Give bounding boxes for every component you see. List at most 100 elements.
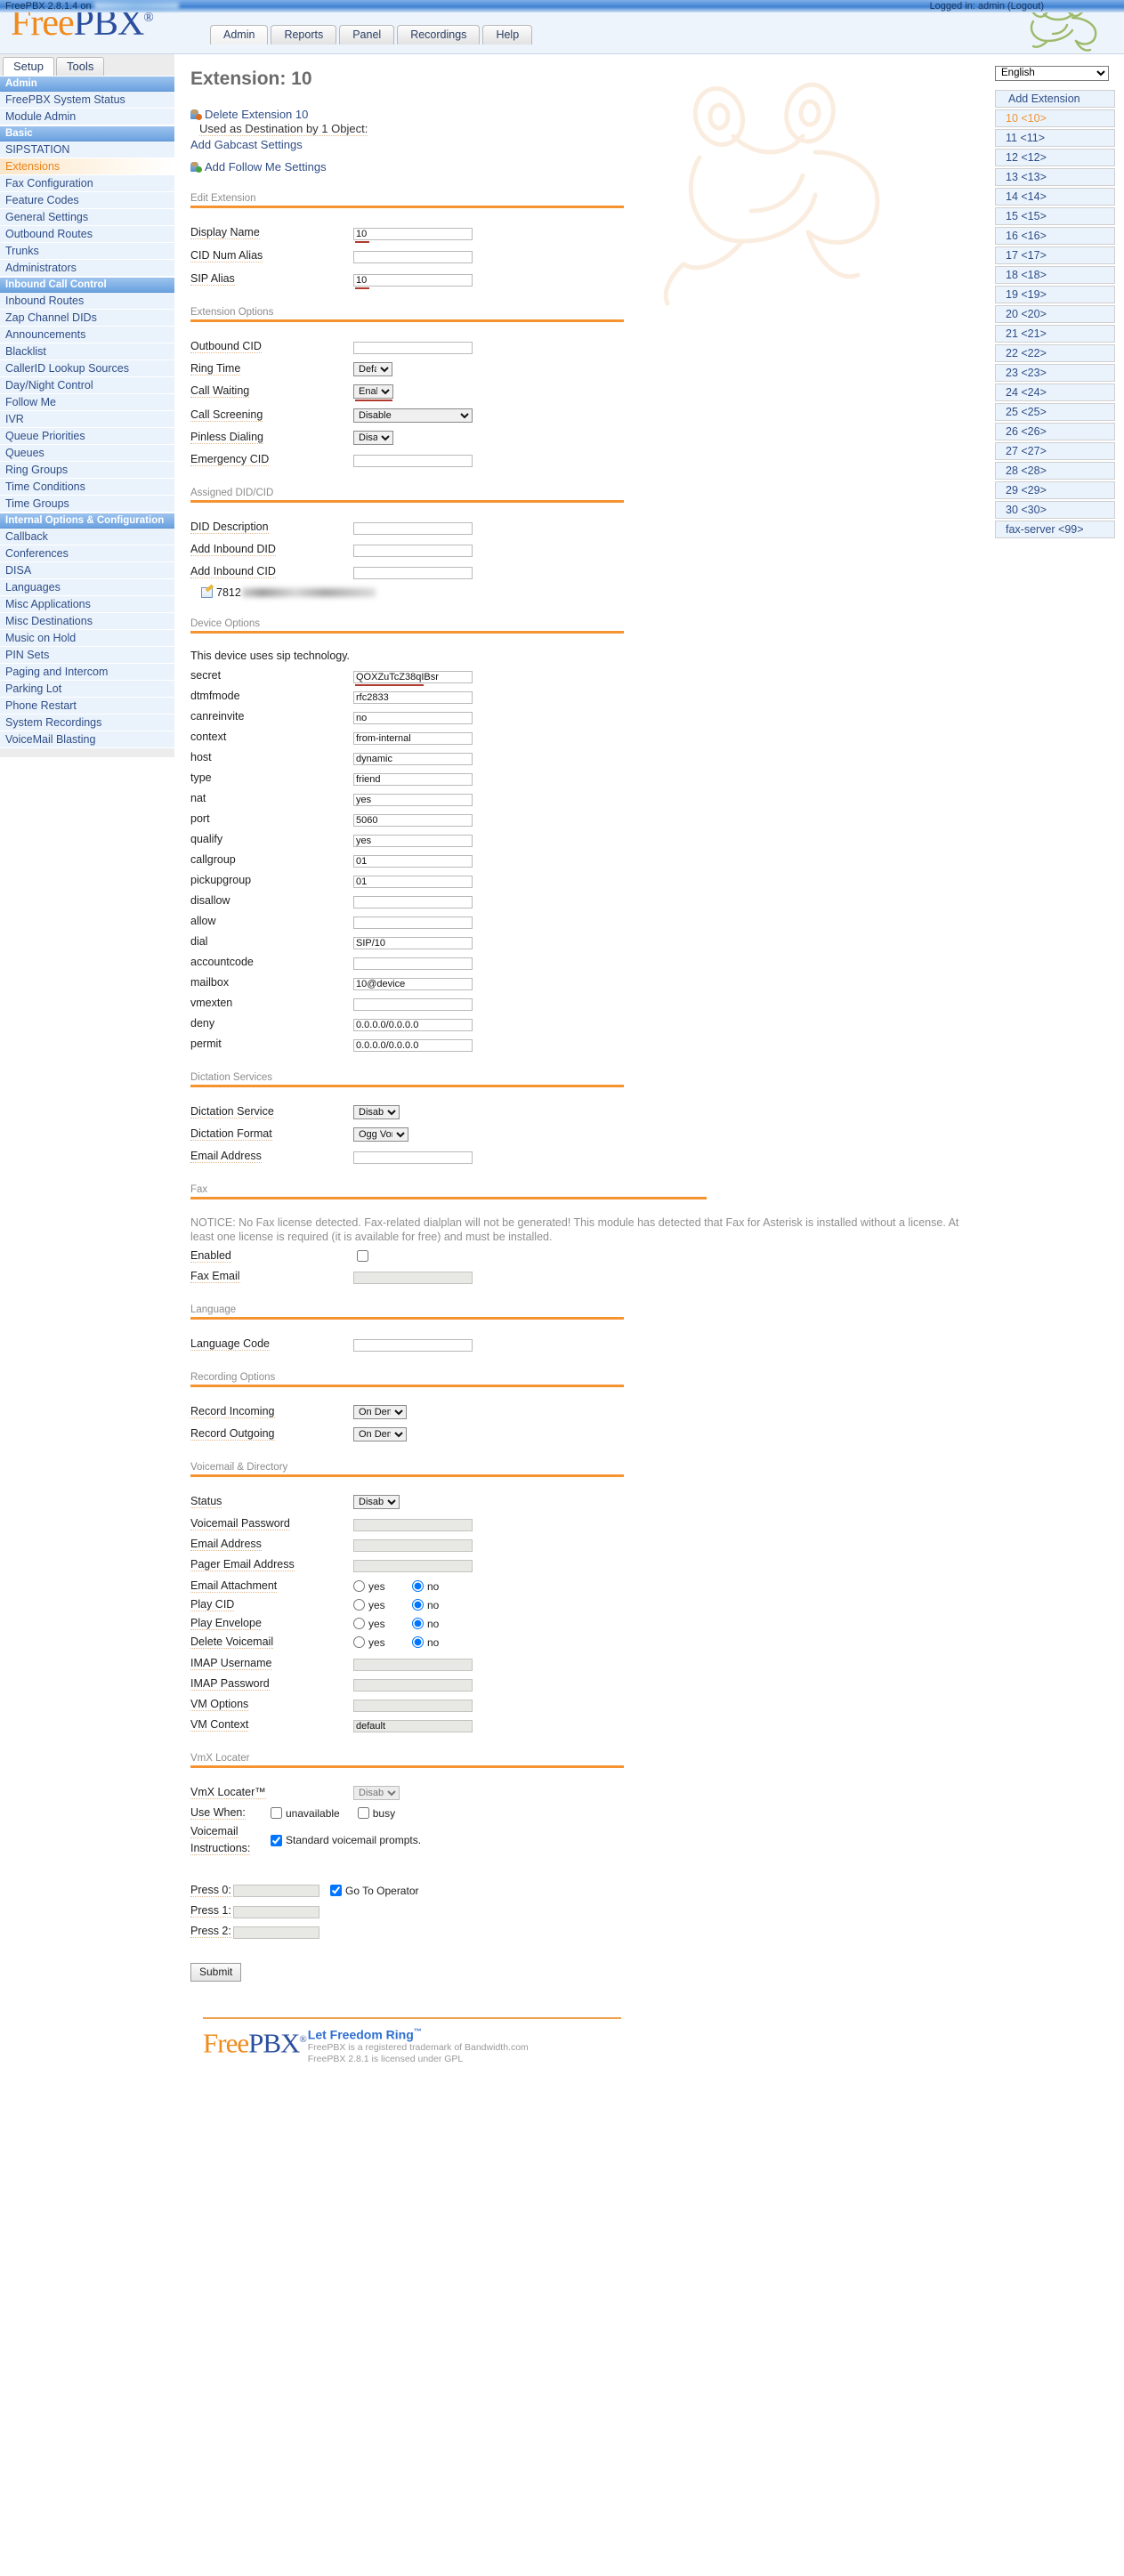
sidebar-item-pin-sets[interactable]: PIN Sets [0, 647, 174, 664]
extension-list-item[interactable]: 29 <29> [995, 480, 1115, 499]
busy-option[interactable]: busy [357, 1807, 395, 1820]
email-attachment-yes-radio[interactable] [353, 1580, 365, 1592]
sidebar-item-sipstation[interactable]: SIPSTATION [0, 141, 174, 158]
device-field-input-allow[interactable] [353, 916, 473, 929]
device-field-input-type[interactable] [353, 772, 473, 786]
sidebar-item-follow-me[interactable]: Follow Me [0, 394, 174, 411]
device-field-input-mailbox[interactable] [353, 977, 473, 990]
extension-list-item[interactable]: 19 <19> [995, 285, 1115, 303]
unavailable-checkbox[interactable] [271, 1807, 282, 1819]
imap-password-input[interactable] [353, 1678, 473, 1692]
vm-pager-email-input[interactable] [353, 1559, 473, 1572]
sidebar-item-fax-configuration[interactable]: Fax Configuration [0, 175, 174, 192]
sidebar-item-misc-applications[interactable]: Misc Applications [0, 596, 174, 613]
play-cid-no-option[interactable]: no [412, 1599, 471, 1611]
extension-list-item[interactable]: 13 <13> [995, 167, 1115, 186]
sidebar-item-day-night-control[interactable]: Day/Night Control [0, 377, 174, 394]
ring-time-select[interactable]: Default [353, 362, 392, 376]
sidebar-item-extensions[interactable]: Extensions [0, 158, 174, 175]
did-description-input[interactable] [353, 521, 473, 535]
device-field-input-qualify[interactable] [353, 834, 473, 847]
extension-list-item[interactable]: 12 <12> [995, 148, 1115, 166]
sidebar-item-music-on-hold[interactable]: Music on Hold [0, 630, 174, 647]
sidebar-item-trunks[interactable]: Trunks [0, 243, 174, 260]
device-field-input-deny[interactable] [353, 1018, 473, 1031]
extension-list-item[interactable]: 27 <27> [995, 441, 1115, 460]
delete-voicemail-yes-option[interactable]: yes [353, 1636, 412, 1649]
device-field-input-accountcode[interactable] [353, 957, 473, 970]
device-field-input-host[interactable] [353, 752, 473, 765]
sidebar-item-blacklist[interactable]: Blacklist [0, 343, 174, 360]
sidebar-item-disa[interactable]: DISA [0, 562, 174, 579]
language-code-input[interactable] [353, 1338, 473, 1352]
outbound-cid-input[interactable] [353, 341, 473, 354]
call-waiting-select[interactable]: Enable [353, 384, 393, 399]
play-cid-yes-option[interactable]: yes [353, 1599, 412, 1611]
standard-prompts-option[interactable]: Standard voicemail prompts. [271, 1834, 421, 1846]
busy-checkbox[interactable] [357, 1807, 369, 1819]
sidebar-item-ivr[interactable]: IVR [0, 411, 174, 428]
extension-list-item[interactable]: 25 <25> [995, 402, 1115, 421]
add-inbound-did-input[interactable] [353, 544, 473, 557]
sidebar-item-system-recordings[interactable]: System Recordings [0, 715, 174, 731]
login-status[interactable]: Logged in: admin (Logout) [930, 0, 1044, 12]
display-name-input[interactable] [353, 227, 473, 240]
extension-list-item[interactable]: fax-server <99> [995, 520, 1115, 538]
sidebar-item-general-settings[interactable]: General Settings [0, 209, 174, 226]
imap-username-input[interactable] [353, 1658, 473, 1671]
existing-did-row[interactable]: 7812 [189, 585, 995, 599]
press1-input[interactable] [233, 1905, 319, 1918]
emergency-cid-input[interactable] [353, 454, 473, 467]
sidebar-item-phone-restart[interactable]: Phone Restart [0, 698, 174, 715]
vm-status-select[interactable]: Disabled [353, 1495, 400, 1509]
device-field-input-context[interactable] [353, 731, 473, 745]
nav-tab-help[interactable]: Help [482, 25, 533, 44]
add-follow-me-settings-link[interactable]: Add Follow Me Settings [205, 160, 327, 174]
sidebar-item-zap-channel-dids[interactable]: Zap Channel DIDs [0, 310, 174, 327]
sidebar-item-queues[interactable]: Queues [0, 445, 174, 462]
play-envelope-no-radio[interactable] [412, 1618, 424, 1629]
vm-context-input[interactable] [353, 1719, 473, 1732]
go-to-operator-option[interactable]: Go To Operator [330, 1885, 419, 1897]
unavailable-option[interactable]: unavailable [271, 1807, 340, 1820]
sidebar-item-ring-groups[interactable]: Ring Groups [0, 462, 174, 479]
extension-list-item[interactable]: 20 <20> [995, 304, 1115, 323]
submit-button[interactable]: Submit [190, 1963, 242, 1982]
record-incoming-select[interactable]: On Demand [353, 1405, 407, 1419]
sidebar-item-administrators[interactable]: Administrators [0, 260, 174, 277]
sidebar-item-announcements[interactable]: Announcements [0, 327, 174, 343]
call-screening-select[interactable]: Disable [353, 408, 473, 423]
cid-num-alias-input[interactable] [353, 250, 473, 263]
extension-list-item[interactable]: 26 <26> [995, 422, 1115, 440]
press2-input[interactable] [233, 1926, 319, 1939]
nav-tab-admin[interactable]: Admin [210, 25, 269, 44]
extension-list-item[interactable]: 18 <18> [995, 265, 1115, 284]
delete-voicemail-no-radio[interactable] [412, 1636, 424, 1648]
sip-alias-input[interactable] [353, 273, 473, 287]
sidebar-item-feature-codes[interactable]: Feature Codes [0, 192, 174, 209]
standard-prompts-checkbox[interactable] [271, 1834, 282, 1846]
device-field-input-disallow[interactable] [353, 895, 473, 908]
extension-list-item[interactable]: 11 <11> [995, 128, 1115, 147]
device-field-input-secret[interactable] [353, 670, 473, 683]
vm-options-input[interactable] [353, 1699, 473, 1712]
press0-input[interactable] [233, 1884, 319, 1897]
sidebar-item-time-conditions[interactable]: Time Conditions [0, 479, 174, 496]
mode-tab-tools[interactable]: Tools [55, 57, 105, 76]
email-attachment-yes-option[interactable]: yes [353, 1580, 412, 1593]
extension-list-item[interactable]: 23 <23> [995, 363, 1115, 382]
device-field-input-pickupgroup[interactable] [353, 875, 473, 888]
extension-list-item[interactable]: 21 <21> [995, 324, 1115, 343]
vm-email-input[interactable] [353, 1538, 473, 1552]
extension-list-item[interactable]: 22 <22> [995, 343, 1115, 362]
sidebar-item-module-admin[interactable]: Module Admin [0, 109, 174, 125]
device-field-input-nat[interactable] [353, 793, 473, 806]
add-gabcast-settings-link[interactable]: Add Gabcast Settings [190, 138, 303, 151]
dictation-email-input[interactable] [353, 1151, 473, 1164]
device-field-input-port[interactable] [353, 813, 473, 827]
nav-tab-reports[interactable]: Reports [271, 25, 337, 44]
delete-voicemail-no-option[interactable]: no [412, 1636, 471, 1649]
sidebar-item-conferences[interactable]: Conferences [0, 545, 174, 562]
play-cid-yes-radio[interactable] [353, 1599, 365, 1611]
device-field-input-dial[interactable] [353, 936, 473, 949]
